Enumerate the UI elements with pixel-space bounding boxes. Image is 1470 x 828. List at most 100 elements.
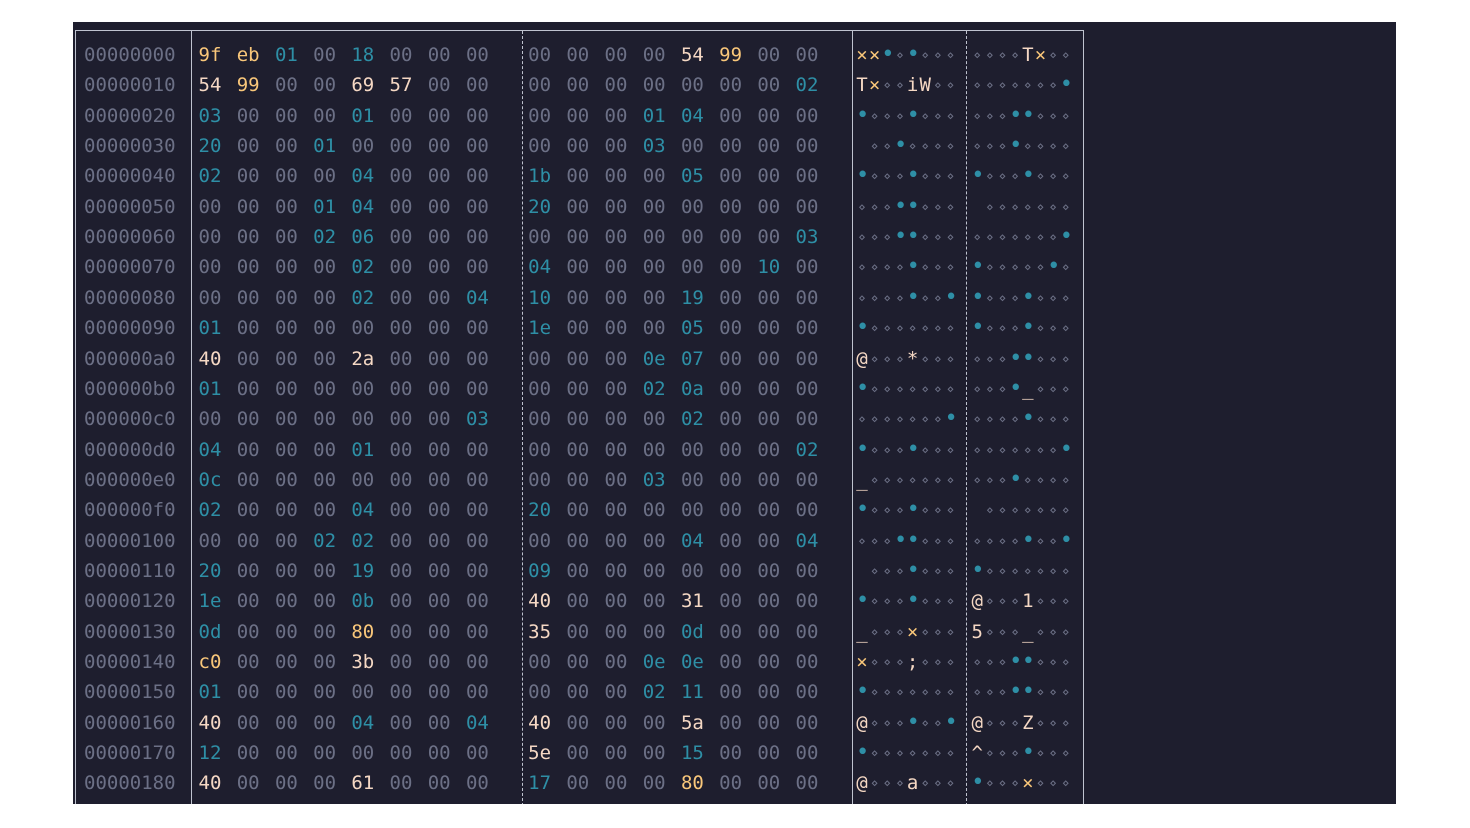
ascii-char: ⋄	[883, 594, 891, 609]
hex-byte: 02	[198, 499, 222, 522]
ascii-char: ⋄	[934, 533, 942, 548]
hex-byte: 9f	[198, 44, 222, 66]
hex-byte: 00	[566, 651, 590, 673]
ascii-char: ⋄	[986, 594, 994, 609]
hex-byte: 00	[642, 74, 666, 97]
hex-byte: 00	[719, 559, 743, 582]
hex-byte: 00	[795, 772, 819, 795]
ascii-char: ⋄	[973, 533, 981, 548]
hex-byte: 03	[465, 408, 489, 431]
ascii-char: •	[1009, 133, 1023, 159]
ascii-char: ⋄	[871, 108, 879, 123]
hex-byte: 00	[642, 165, 666, 188]
offset-label: 000000c0	[84, 408, 176, 431]
ascii-char: ⋄	[858, 412, 866, 427]
hex-byte: 00	[389, 559, 413, 582]
hex-byte: 00	[465, 317, 489, 340]
hex-byte: 00	[274, 681, 298, 704]
hex-byte: 00	[795, 620, 819, 643]
ascii-char: ⋄	[1036, 230, 1045, 245]
ascii-char: ⋄	[1062, 412, 1070, 427]
hex-byte: 00	[465, 377, 489, 400]
ascii-char: ⋄	[1049, 139, 1057, 154]
ascii-char: •	[1021, 649, 1036, 674]
ascii-char: ⋄	[921, 594, 929, 609]
hex-byte: 0d	[680, 620, 704, 643]
ascii-char: •	[906, 193, 920, 219]
hexdump-row: 00000150 01 • 00 ⋄ 00 ⋄ 00 ⋄ 00 ⋄ 00 ⋄ 00 ⋄ 00 ⋄ 00 ⋄ 00 ⋄ 00…	[76, 677, 1083, 707]
hex-byte: 00	[642, 256, 666, 279]
ascii-char: ⋄	[883, 533, 891, 548]
hex-byte: 00	[274, 377, 298, 400]
ascii-char: ⋄	[986, 563, 994, 578]
hex-byte: 00	[757, 742, 781, 765]
ascii-char: ⋄	[871, 503, 879, 518]
ascii-char: ⋄	[998, 139, 1007, 154]
ascii-char: ⋄	[921, 260, 929, 275]
hex-byte: 00	[680, 226, 704, 249]
ascii-char: _	[1022, 377, 1034, 400]
ascii-char: ⋄	[986, 685, 994, 700]
ascii-char: ⋄	[921, 776, 929, 791]
hex-byte: 00	[274, 651, 298, 673]
hex-byte: 00	[465, 620, 489, 643]
hex-byte: 00	[389, 347, 413, 370]
hexdump-row: 00000130 0d _ 00 ⋄ 00 ⋄ 00 ⋄ 80 × 00 ⋄ 00 ⋄ 00 ⋄ 35 5 00 ⋄ 00…	[76, 617, 1083, 647]
hex-byte: 00	[642, 317, 666, 340]
hex-byte: 02	[680, 408, 704, 431]
hex-byte: 04	[465, 711, 489, 734]
ascii-char: ⋄	[1049, 776, 1057, 791]
ascii-char: •	[1009, 102, 1023, 128]
hex-byte: 00	[795, 165, 819, 188]
hex-byte: 03	[198, 104, 222, 127]
ascii-char: ⋄	[883, 472, 891, 487]
ascii-char: ⋄	[1036, 412, 1045, 427]
hex-byte: 00	[642, 559, 666, 582]
hex-byte: 00	[757, 195, 781, 218]
ascii-char	[856, 556, 868, 586]
hex-byte: 00	[566, 711, 590, 734]
hex-byte: 00	[642, 620, 666, 643]
hex-byte: 00	[313, 165, 337, 188]
ascii-char: ⋄	[1049, 381, 1057, 396]
ascii-char: ⋄	[998, 594, 1007, 609]
ascii-char: ×	[868, 44, 881, 66]
hex-byte: 00	[389, 529, 413, 552]
hexdump-row: 00000050 00 ⋄ 00 ⋄ 00 ⋄ 01 • 04 • 00 ⋄ 00 ⋄ 00 ⋄ 20 00 ⋄ 00…	[76, 192, 1083, 222]
ascii-char: •	[1021, 315, 1036, 341]
hex-byte: 00	[198, 256, 222, 279]
hex-byte: 5e	[528, 742, 552, 765]
hex-byte: 00	[427, 438, 451, 461]
hex-byte: 00	[795, 559, 819, 582]
hex-byte: 00	[389, 256, 413, 279]
ascii-char: •	[1009, 466, 1023, 492]
hex-byte: 00	[566, 135, 590, 158]
hex-byte: 00	[566, 468, 590, 491]
hex-byte: 00	[719, 256, 743, 279]
hex-byte: 00	[528, 135, 552, 158]
ascii-char: @	[971, 711, 983, 734]
hex-byte: 80	[351, 620, 375, 643]
ascii-char: ⋄	[883, 715, 891, 730]
ascii-char: ⋄	[1011, 624, 1019, 639]
ascii-char: •	[906, 102, 920, 128]
hex-byte: 00	[313, 44, 337, 66]
ascii-char: ⋄	[896, 48, 904, 62]
hex-byte: 00	[757, 681, 781, 704]
ascii-char: ⋄	[1062, 260, 1070, 275]
hex-byte: 00	[236, 347, 260, 370]
ascii-char: •	[856, 740, 870, 766]
ascii-char: ⋄	[1049, 78, 1057, 93]
ascii-char: •	[971, 770, 985, 796]
hexdump-row: 00000070 00 ⋄ 00 ⋄ 00 ⋄ 00 ⋄ 02 • 00 ⋄ 00 ⋄ 00 ⋄ 04 • 00 ⋄ 00…	[76, 252, 1083, 282]
ascii-char: •	[1009, 649, 1023, 674]
hex-byte: eb	[236, 44, 260, 66]
hex-byte: 00	[719, 377, 743, 400]
hex-byte: 00	[274, 499, 298, 522]
hex-byte: 00	[389, 681, 413, 704]
ascii-char: ⋄	[1036, 594, 1045, 609]
ascii-char: •	[893, 224, 908, 250]
ascii-char: ⋄	[1049, 624, 1057, 639]
hex-byte: 00	[566, 286, 590, 309]
ascii-char: ⋄	[1011, 563, 1019, 578]
